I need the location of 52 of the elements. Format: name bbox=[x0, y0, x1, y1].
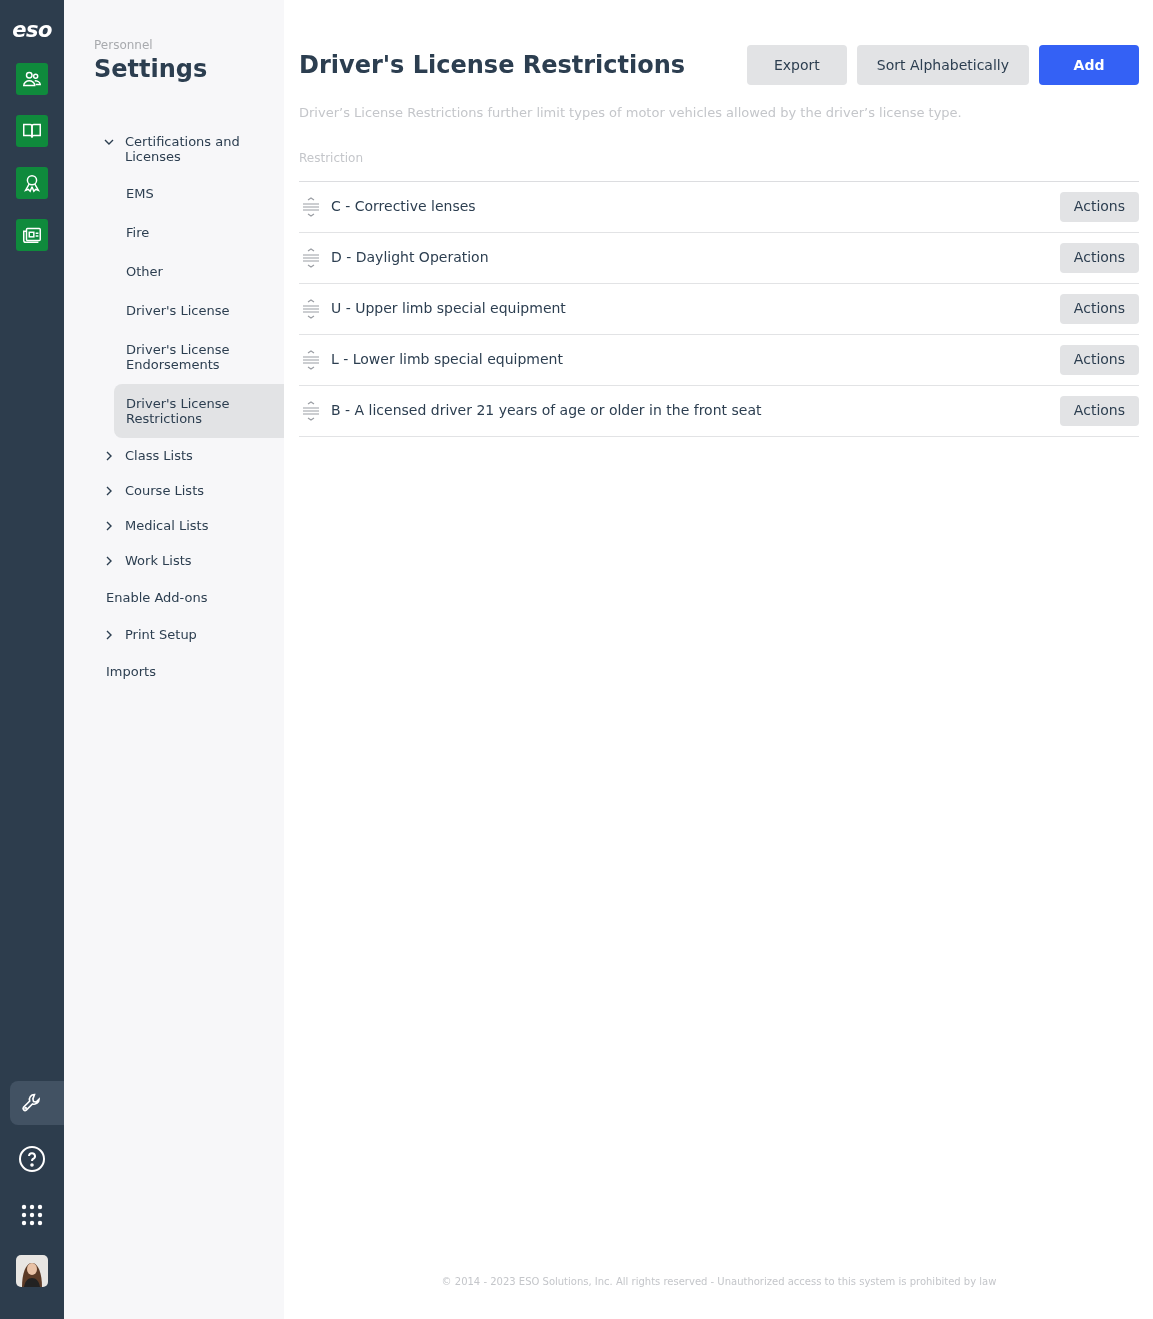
nav-item[interactable]: Imports bbox=[64, 652, 284, 691]
chevron-icon bbox=[104, 556, 114, 566]
actions-button[interactable]: Actions bbox=[1059, 191, 1139, 222]
actions-button[interactable]: Actions bbox=[1059, 293, 1139, 324]
app-button[interactable] bbox=[16, 115, 48, 147]
grid-icon bbox=[20, 1203, 44, 1227]
panel-title: Settings bbox=[94, 54, 209, 84]
nav-group[interactable]: Print Setup bbox=[64, 617, 284, 652]
nav-group[interactable]: Course Lists bbox=[64, 473, 284, 508]
chevron-icon bbox=[104, 137, 114, 147]
nav-group[interactable]: Medical Lists bbox=[64, 508, 284, 543]
actions-button[interactable]: Actions bbox=[1059, 242, 1139, 273]
avatar-icon bbox=[16, 1255, 48, 1287]
drag-handle-icon[interactable] bbox=[302, 247, 320, 268]
actions-button[interactable]: Actions bbox=[1059, 344, 1139, 375]
drag-handle-icon[interactable] bbox=[302, 349, 320, 370]
nav-item[interactable]: EMS bbox=[114, 174, 284, 213]
drag-handle-icon[interactable] bbox=[302, 298, 320, 319]
settings-icon[interactable] bbox=[10, 1081, 64, 1125]
nav-group[interactable]: Certifications and Licenses bbox=[64, 124, 284, 174]
drag-handle-icon[interactable] bbox=[302, 400, 320, 421]
nav-group[interactable]: Work Lists bbox=[64, 543, 284, 578]
page-title: Driver's License Restrictions bbox=[299, 50, 687, 81]
column-header: Restriction bbox=[299, 149, 364, 167]
toolbar-button[interactable]: Export bbox=[746, 45, 847, 85]
app-button[interactable] bbox=[16, 167, 48, 199]
actions-button[interactable]: Actions bbox=[1059, 395, 1139, 426]
drag-handle-icon[interactable] bbox=[302, 196, 320, 217]
nav-item[interactable]: Driver's License Restrictions bbox=[114, 384, 284, 438]
toolbar-button[interactable]: Sort Alphabetically bbox=[856, 45, 1029, 85]
nav-item[interactable]: Driver's License Endorsements bbox=[114, 330, 284, 384]
restriction-name: L - Lower limb special equipment bbox=[331, 350, 564, 369]
nav-item[interactable]: Enable Add-ons bbox=[64, 578, 284, 617]
nav-item[interactable]: Driver's License bbox=[114, 291, 284, 330]
restriction-name: B - A licensed driver 21 years of age or older in the front seat bbox=[331, 401, 763, 420]
section-label: Personnel bbox=[94, 37, 154, 54]
chevron-icon bbox=[104, 521, 114, 531]
restriction-name: D - Daylight Operation bbox=[331, 248, 490, 267]
restriction-name: C - Corrective lenses bbox=[331, 197, 477, 216]
app-button[interactable] bbox=[16, 219, 48, 251]
chevron-icon bbox=[104, 486, 114, 496]
restriction-name: U - Upper limb special equipment bbox=[331, 299, 567, 318]
chevron-icon bbox=[104, 451, 114, 461]
chevron-icon bbox=[104, 630, 114, 640]
app-logo[interactable]: eso bbox=[12, 20, 52, 41]
nav-item[interactable]: Other bbox=[114, 252, 284, 291]
app-button[interactable] bbox=[16, 63, 48, 95]
help-icon bbox=[19, 1146, 45, 1172]
page-description: Driver’s License Restrictions further limit types of motor vehicles allowed by the driver’s license type. bbox=[299, 104, 963, 122]
nav-group[interactable]: Class Lists bbox=[64, 438, 284, 473]
nav-item[interactable]: Fire bbox=[114, 213, 284, 252]
add-button[interactable]: Add bbox=[1039, 45, 1139, 85]
